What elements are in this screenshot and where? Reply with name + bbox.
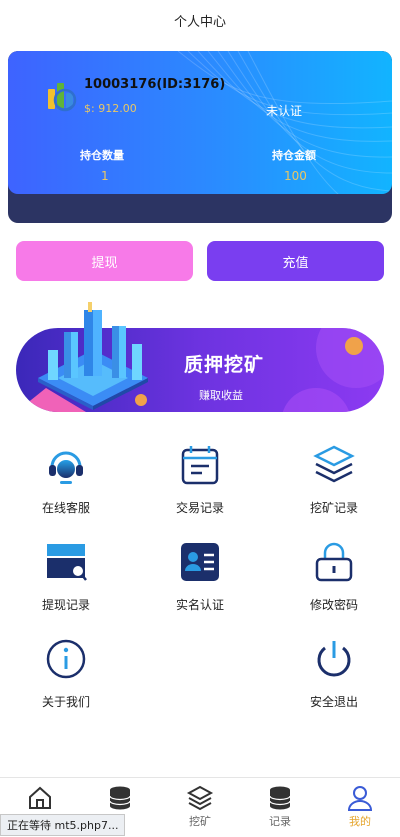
tab-label: 我的 <box>349 815 371 828</box>
tab-label: 记录 <box>269 815 291 828</box>
info-icon <box>46 639 86 679</box>
menu-label: 修改密码 <box>309 598 358 612</box>
menu-label: 安全退出 <box>309 695 358 709</box>
menu-trade-records[interactable]: 交易记录 <box>150 443 250 523</box>
card-search-icon <box>47 544 87 581</box>
banner-title: 质押挖矿 <box>184 354 265 376</box>
withdraw-button[interactable]: 提现 <box>16 241 193 281</box>
menu-label: 提现记录 <box>41 598 90 612</box>
tab-home[interactable] <box>0 784 80 813</box>
menu-label: 关于我们 <box>41 695 90 709</box>
menu-label: 挖矿记录 <box>309 501 358 515</box>
menu-withdraw-records[interactable]: 提现记录 <box>16 540 116 620</box>
headset-icon <box>49 451 83 484</box>
position-amount-value: 100 <box>284 169 307 183</box>
tab-records[interactable]: 记录 <box>240 784 320 829</box>
staking-banner[interactable]: 质押挖矿 赚取收益 <box>16 298 384 414</box>
menu-mining-records[interactable]: 挖矿记录 <box>284 443 384 523</box>
mt5-logo-icon <box>48 83 77 112</box>
verify-status[interactable]: 未认证 <box>266 102 302 119</box>
user-id: 10003176(ID:3176) <box>84 77 226 92</box>
tab-market[interactable] <box>80 784 160 813</box>
layers-icon <box>313 445 355 483</box>
account-card: 10003176(ID:3176) $: 912.00 未认证 持仓数量 1 持… <box>8 51 392 223</box>
recharge-button[interactable]: 充值 <box>207 241 384 281</box>
tab-mining[interactable]: 挖矿 <box>160 784 240 829</box>
browser-status-bar: 正在等待 mt5.php7... <box>0 814 126 836</box>
power-icon <box>317 641 351 677</box>
menu-real-name-auth[interactable]: 实名认证 <box>150 540 250 620</box>
wave-pattern <box>177 51 392 194</box>
id-card-icon <box>181 543 219 581</box>
coins-icon <box>269 786 291 810</box>
banner-subtitle: 赚取收益 <box>199 389 243 402</box>
tab-label: 挖矿 <box>189 815 211 828</box>
balance: $: 912.00 <box>84 102 137 115</box>
mining-city-icon <box>38 302 148 410</box>
lock-icon <box>315 542 353 582</box>
coins-icon <box>109 786 131 810</box>
menu-label: 在线客服 <box>41 501 90 515</box>
menu-change-password[interactable]: 修改密码 <box>284 540 384 620</box>
page-title: 个人中心 <box>173 14 226 30</box>
home-icon <box>29 786 51 809</box>
user-icon <box>347 786 373 811</box>
tab-mine[interactable]: 我的 <box>320 784 400 829</box>
menu-label: 实名认证 <box>175 598 224 612</box>
menu-about-us[interactable]: 关于我们 <box>16 637 116 717</box>
menu-customer-service[interactable]: 在线客服 <box>16 443 116 523</box>
menu-logout[interactable]: 安全退出 <box>284 637 384 717</box>
layers-icon <box>186 785 214 811</box>
position-amount-label: 持仓金额 <box>272 149 316 162</box>
menu-label: 交易记录 <box>175 501 224 515</box>
position-qty-label: 持仓数量 <box>80 149 124 162</box>
account-card-top: 10003176(ID:3176) $: 912.00 未认证 持仓数量 1 持… <box>8 51 392 194</box>
position-qty-value: 1 <box>101 169 109 183</box>
calendar-icon <box>181 446 219 485</box>
